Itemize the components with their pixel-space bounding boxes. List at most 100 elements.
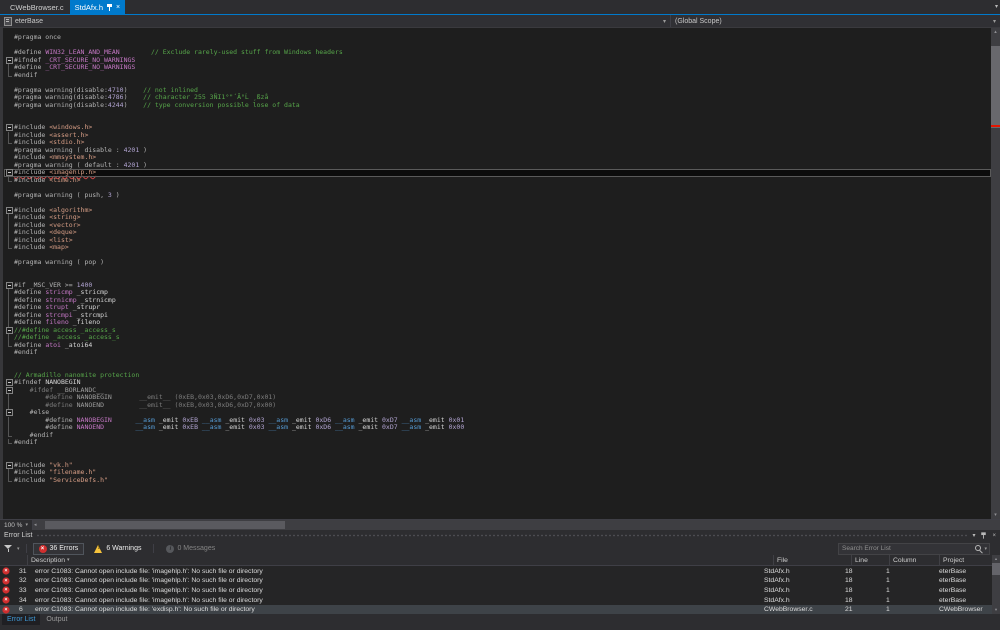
editor-vertical-scrollbar[interactable]: ▴ ▾ [991,28,1000,519]
description-column-header[interactable]: Description ▾ [27,555,773,565]
window-position-icon[interactable]: ▾ [972,532,975,539]
code-line[interactable]: #endif [4,432,991,440]
code-line[interactable] [4,357,991,365]
code-line[interactable] [4,199,991,207]
chevron-down-icon[interactable]: ▾ [17,546,20,552]
code-line[interactable]: //#define _access _access_s [4,334,991,342]
fold-collapse-icon[interactable] [4,282,14,290]
icon-column-header[interactable] [0,555,14,565]
fold-collapse-icon[interactable] [4,379,14,387]
warnings-filter-button[interactable]: 6 Warnings [88,543,147,555]
drag-handle[interactable] [36,534,968,537]
grid-vertical-scrollbar[interactable]: ▴ ▾ [992,555,1000,614]
code-line[interactable] [4,447,991,455]
code-line[interactable]: // Armadillo nanomite protection [4,372,991,380]
code-line[interactable] [4,274,991,282]
fold-collapse-icon[interactable] [4,169,14,177]
code-line[interactable]: #define atoi _atoi64 [4,342,991,350]
zoom-control[interactable]: 100 % ▾ [0,520,33,530]
code-line[interactable]: #define stricmp _stricmp [4,289,991,297]
code-line[interactable]: #include "filename.h" [4,469,991,477]
code-line[interactable]: #include "ServiceDefs.h" [4,477,991,485]
code-line[interactable]: #endif [4,72,991,80]
error-row[interactable]: ×6error C1083: Cannot open include file:… [0,605,992,615]
pin-icon[interactable] [981,532,987,540]
scrollbar-thumb[interactable] [45,521,285,529]
scrollbar-thumb[interactable] [992,563,1000,575]
scroll-up-icon[interactable]: ▴ [991,29,1000,35]
code-line[interactable]: #pragma warning ( default : 4201 ) [4,162,991,170]
fold-collapse-icon[interactable] [4,57,14,65]
code-line[interactable]: #pragma once [4,34,991,42]
code-line[interactable]: #define NANOEND __asm _emit 0xEB __asm _… [4,424,991,432]
code-line[interactable]: #pragma warning ( pop ) [4,259,991,267]
code-line[interactable]: #pragma warning ( disable : 4201 ) [4,147,991,155]
code-line[interactable]: #ifndef _CRT_SECURE_NO_WARNINGS [4,57,991,65]
pin-icon[interactable] [106,3,113,12]
code-line[interactable]: //#define access _access_s [4,327,991,335]
code-line[interactable]: #define strupt _strupr [4,304,991,312]
error-row[interactable]: ×31error C1083: Cannot open include file… [0,566,992,576]
code-line[interactable] [4,267,991,275]
error-row[interactable]: ×34error C1083: Cannot open include file… [0,595,992,605]
error-row[interactable]: ×33error C1083: Cannot open include file… [0,586,992,596]
errors-filter-button[interactable]: × 36 Errors [33,543,85,555]
scroll-up-icon[interactable]: ▴ [992,556,1000,562]
tab-overflow-caret-icon[interactable]: ▾ [995,3,998,10]
editor-horizontal-scrollbar[interactable]: ◂ [33,520,1000,530]
error-marker[interactable] [991,125,1000,127]
code-line[interactable]: #define NANOEND __emit__ (0xEB,0x03,0xD6… [4,402,991,410]
code-line[interactable] [4,252,991,260]
code-line[interactable]: #define strnicmp _strnicmp [4,297,991,305]
fold-collapse-icon[interactable] [4,207,14,215]
file-column-header[interactable]: File [773,555,851,565]
code-line[interactable]: #include <string> [4,214,991,222]
code-line[interactable]: #include <windows.h> [4,124,991,132]
project-column-header[interactable]: Project [939,555,992,565]
fold-collapse-icon[interactable] [4,124,14,132]
code-editor[interactable]: #pragma once #define WIN32_LEAN_AND_MEAN … [0,28,1000,519]
code-line[interactable]: #pragma warning ( push, 3 ) [4,192,991,200]
code-line[interactable] [4,117,991,125]
members-dropdown[interactable]: (Global Scope) ▾ [671,15,1000,27]
fold-collapse-icon[interactable] [4,462,14,470]
code-line[interactable]: #include <algorithm> [4,207,991,215]
search-icon[interactable] [974,544,983,553]
code-line[interactable]: #include <deque> [4,229,991,237]
scroll-down-icon[interactable]: ▾ [992,607,1000,613]
code-line[interactable]: #include <assert.h> [4,132,991,140]
code-line[interactable]: #if _MSC_VER >= 1400 [4,282,991,290]
code-line[interactable] [4,454,991,462]
chevron-down-icon[interactable]: ▾ [984,546,987,552]
code-line[interactable]: #define WIN32_LEAN_AND_MEAN // Exclude r… [4,49,991,57]
code-line[interactable]: #endif [4,349,991,357]
code-line[interactable]: #include <stdio.h> [4,139,991,147]
code-line[interactable]: #include <map> [4,244,991,252]
close-icon[interactable]: × [116,4,120,11]
tab-stdafx[interactable]: StdAfx.h × [70,0,125,14]
filter-icon[interactable] [4,544,13,553]
close-icon[interactable]: × [992,533,996,539]
code-line[interactable] [4,109,991,117]
fold-collapse-icon[interactable] [4,327,14,335]
code-line[interactable]: #include <list> [4,237,991,245]
fold-collapse-icon[interactable] [4,387,14,395]
column-column-header[interactable]: Column [889,555,939,565]
messages-filter-button[interactable]: i 0 Messages [160,543,221,555]
code-line[interactable]: #define _CRT_SECURE_NO_WARNINGS [4,64,991,72]
number-column-header[interactable] [14,555,27,565]
code-line[interactable]: #endif [4,439,991,447]
code-area[interactable]: #pragma once #define WIN32_LEAN_AND_MEAN … [4,34,991,484]
types-dropdown[interactable]: eterBase ▾ [0,15,671,27]
error-row[interactable]: ×32error C1083: Cannot open include file… [0,576,992,586]
scrollbar-thumb[interactable] [991,46,1000,128]
code-line[interactable] [4,184,991,192]
code-line[interactable]: #include <imagehlp.h> [4,169,991,177]
code-line[interactable]: #include <vector> [4,222,991,230]
line-column-header[interactable]: Line [851,555,889,565]
fold-collapse-icon[interactable] [4,409,14,417]
code-line[interactable]: #include <mmsystem.h> [4,154,991,162]
search-input[interactable] [839,544,974,554]
code-line[interactable]: #pragma warning(disable:4244) // type co… [4,102,991,110]
code-line[interactable]: #define strcmpi _strcmpi [4,312,991,320]
